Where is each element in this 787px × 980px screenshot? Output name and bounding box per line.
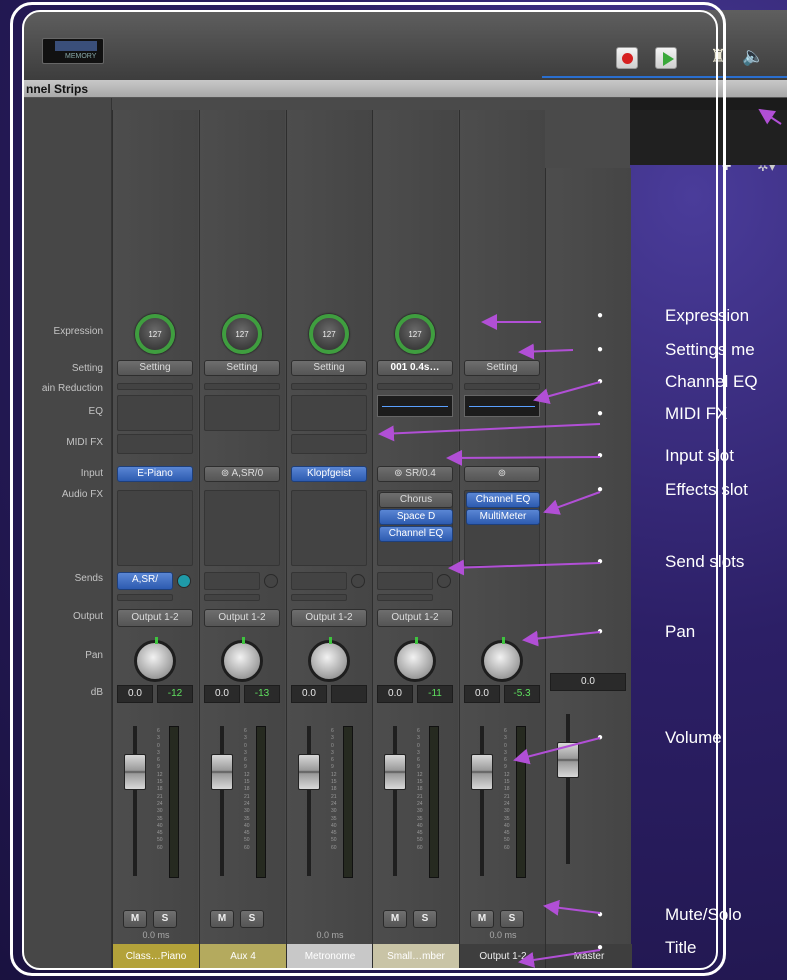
annotation-label: Mute/Solo [665, 905, 742, 924]
annotation-bullet: ● [597, 484, 604, 495]
annotation-bullet: ● [597, 408, 604, 419]
annotation-label: MIDI FX [665, 404, 728, 423]
annotation-label: Settings me [665, 340, 755, 359]
annotation-bullet: ● [597, 732, 604, 743]
annotation-label: Volume [665, 728, 722, 747]
annotation-bullet: ● [597, 556, 604, 567]
annotation-label: Pan [665, 622, 696, 641]
annotation-label: Send slots [665, 552, 745, 571]
speaker-icon[interactable]: 🔈 [742, 46, 764, 67]
annotation-bullet: ● [597, 626, 604, 637]
annotation-bullet: ● [597, 942, 604, 953]
annotation-bullet: ● [597, 450, 604, 461]
annotation-label: Title [665, 938, 697, 957]
annotation-bullet: ● [597, 376, 604, 387]
annotation-bullet: ● [597, 909, 604, 920]
annotation-label: Expression [665, 306, 750, 325]
annotation-bullet: ● [597, 310, 604, 321]
annotation-label: Effects slot [665, 480, 748, 499]
annotation-bullet: ● [597, 344, 604, 355]
inner-frame [22, 10, 718, 970]
annotation-label: Channel EQ [665, 372, 758, 391]
annotation-label: Input slot [665, 446, 734, 465]
